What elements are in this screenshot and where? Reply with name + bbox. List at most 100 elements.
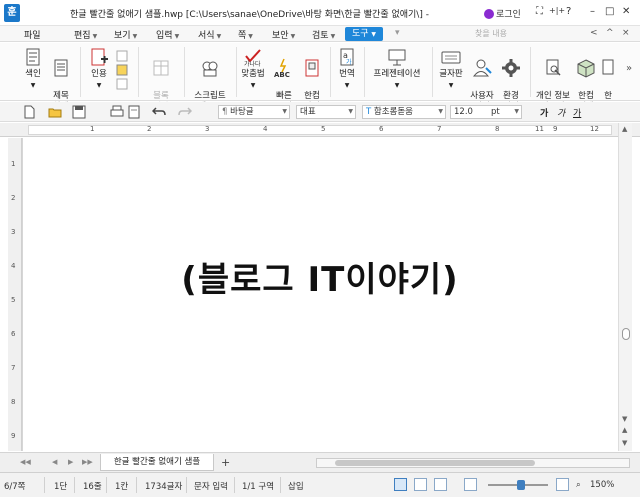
svg-text:ABC: ABC <box>274 71 290 78</box>
ribbon-separator <box>80 47 81 97</box>
zoom-in-button[interactable] <box>556 478 569 491</box>
status-line: 16줄 <box>83 482 102 492</box>
menu-file[interactable]: 파일 <box>24 28 41 41</box>
menu-tools-active[interactable]: 도구 ▼ <box>345 27 383 41</box>
menu-page[interactable]: 쪽 ▼ <box>238 28 253 41</box>
fullscreen-icon[interactable]: ⛶ <box>536 6 543 17</box>
menu-overflow-icon[interactable]: ▾ <box>395 28 400 38</box>
ribbon-more-button[interactable]: » <box>622 63 636 74</box>
horizontal-scrollbar[interactable] <box>316 458 630 468</box>
tab-last-icon[interactable]: ▶▶ <box>82 458 93 466</box>
ribbon-separator <box>530 47 531 97</box>
font-size-select[interactable]: 12.0 pt ▼ <box>450 105 522 119</box>
scroll-down-icon[interactable]: ▼ <box>622 415 627 423</box>
view-outline-button[interactable] <box>434 478 447 491</box>
keyboard-button[interactable]: 글자판 ▼ <box>436 47 466 91</box>
open-folder-icon[interactable] <box>48 105 62 119</box>
tab-first-icon[interactable]: ◀◀ <box>20 458 31 466</box>
zoom-fit-button[interactable] <box>464 478 477 491</box>
help-icon[interactable]: ? <box>566 6 571 17</box>
view-web-button[interactable] <box>414 478 427 491</box>
toc-icon <box>54 59 68 77</box>
maximize-button[interactable]: □ <box>605 6 614 17</box>
undo-icon[interactable] <box>152 105 166 119</box>
tab-prev-icon[interactable]: ◀ <box>52 458 57 466</box>
vertical-ruler[interactable]: 1 2 3 4 5 6 7 8 9 <box>8 138 22 451</box>
privacy-icon <box>546 59 561 76</box>
menu-view[interactable]: 보기 ▼ <box>114 28 137 41</box>
search-input[interactable]: 찾을 내용 <box>475 28 507 39</box>
add-tab-button[interactable]: + <box>221 456 230 469</box>
underline-button[interactable]: 가 <box>573 106 581 119</box>
chevron-down-icon: ▼ <box>132 33 138 40</box>
menu-insert[interactable]: 입력 ▼ <box>156 28 179 41</box>
chevron-down-icon: ▼ <box>514 108 519 115</box>
status-column: 1단 <box>54 482 68 492</box>
hangul-app-icon[interactable]: 훈 <box>4 4 20 22</box>
page-up-icon[interactable]: ▲ <box>622 426 627 434</box>
redo-icon[interactable] <box>178 105 192 119</box>
citation-icon <box>91 48 108 66</box>
horizontal-ruler[interactable]: 1 2 3 4 5 6 7 8 9 10 11 12 <box>0 123 640 137</box>
ribbon-separator <box>184 47 185 97</box>
title-bar: 훈 한글 빨간줄 없애기 샘플.hwp [C:\Users\sanae\OneD… <box>0 0 640 26</box>
vertical-scrollbar[interactable]: ▲ ▼ ▲ ▼ <box>618 123 632 451</box>
ruler-label: 1 <box>11 160 16 168</box>
citation-extra-buttons[interactable] <box>114 49 130 97</box>
collapse-ribbon-icon[interactable]: ^ <box>606 28 614 38</box>
split-icon[interactable]: +|+ <box>549 6 565 15</box>
zoom-slider[interactable] <box>488 480 548 490</box>
zoom-slider-knob[interactable] <box>517 480 526 490</box>
view-normal-button[interactable] <box>394 478 407 491</box>
status-char-count: 1734글자 <box>145 482 183 492</box>
document-body-text[interactable]: (블로그 IT이야기) <box>23 252 617 301</box>
keyboard-icon <box>441 51 461 64</box>
index-button[interactable]: 색인 ▼ <box>20 47 46 91</box>
citation-button[interactable]: 인용 ▼ <box>84 47 114 91</box>
language-select[interactable]: 대표 ▼ <box>296 105 356 119</box>
scroll-up-icon[interactable]: ▲ <box>622 125 627 133</box>
font-select[interactable]: T 함초롬돋움 ▼ <box>362 105 446 119</box>
bold-button[interactable]: 가 <box>540 106 548 119</box>
minimize-button[interactable]: – <box>590 6 595 17</box>
asset-icon <box>577 59 595 78</box>
search-icon[interactable]: ⌕ <box>576 480 581 490</box>
translate-button[interactable]: a가 번역 ▼ <box>334 47 360 91</box>
save-icon[interactable] <box>72 105 86 119</box>
menu-edit[interactable]: 편집 ▼ <box>74 28 97 41</box>
preview-icon[interactable] <box>127 105 141 119</box>
ruler-label: 6 <box>379 125 384 133</box>
menu-review[interactable]: 검토 ▼ <box>312 28 335 41</box>
spellcheck-button[interactable]: 가나다 맞춤법 ▼ <box>238 47 268 91</box>
tab-document[interactable]: 한글 빨간줄 없애기 샘플 <box>100 454 214 471</box>
italic-button[interactable]: 가 <box>557 106 565 119</box>
format-toolbar: ¶ 바탕글 ▼ 대표 ▼ T 함초롬돋움 ▼ 12.0 pt ▼ 가 가 가 <box>0 102 640 122</box>
chevron-down-icon: ▼ <box>248 33 253 40</box>
nav-prev-icon[interactable]: < <box>590 28 598 38</box>
close-button[interactable]: ✕ <box>622 6 630 17</box>
print-icon[interactable] <box>110 105 124 119</box>
menu-security[interactable]: 보안 ▼ <box>272 28 295 41</box>
presentation-button[interactable]: 프레젠테이션 ▼ <box>368 47 426 91</box>
zoom-level[interactable]: 150% <box>590 480 614 490</box>
status-page[interactable]: 6/7쪽 <box>4 480 26 492</box>
page-down-icon[interactable]: ▼ <box>622 439 627 447</box>
user-icon <box>484 9 494 19</box>
style-select[interactable]: ¶ 바탕글 ▼ <box>218 105 290 119</box>
login-button[interactable]: 로그인 <box>484 7 521 20</box>
close-doc-icon[interactable]: × <box>622 28 630 38</box>
scrollbar-thumb[interactable] <box>622 328 630 340</box>
ruler-label: 8 <box>495 125 500 133</box>
ruler-label: 4 <box>11 262 16 270</box>
new-document-icon[interactable] <box>22 105 36 119</box>
status-section: 1/1 구역 <box>242 482 275 492</box>
ruler-label: 3 <box>205 125 210 133</box>
document-page[interactable]: (블로그 IT이야기) <box>22 138 616 451</box>
scrollbar-thumb[interactable] <box>335 460 535 466</box>
status-insert-mode[interactable]: 삽입 <box>288 480 304 492</box>
ruler-label: 9 <box>553 125 558 133</box>
tab-next-icon[interactable]: ▶ <box>68 458 73 466</box>
status-input-mode[interactable]: 문자 입력 <box>194 480 228 492</box>
menu-format[interactable]: 서식 ▼ <box>198 28 221 41</box>
chevron-down-icon: ▼ <box>348 108 353 115</box>
